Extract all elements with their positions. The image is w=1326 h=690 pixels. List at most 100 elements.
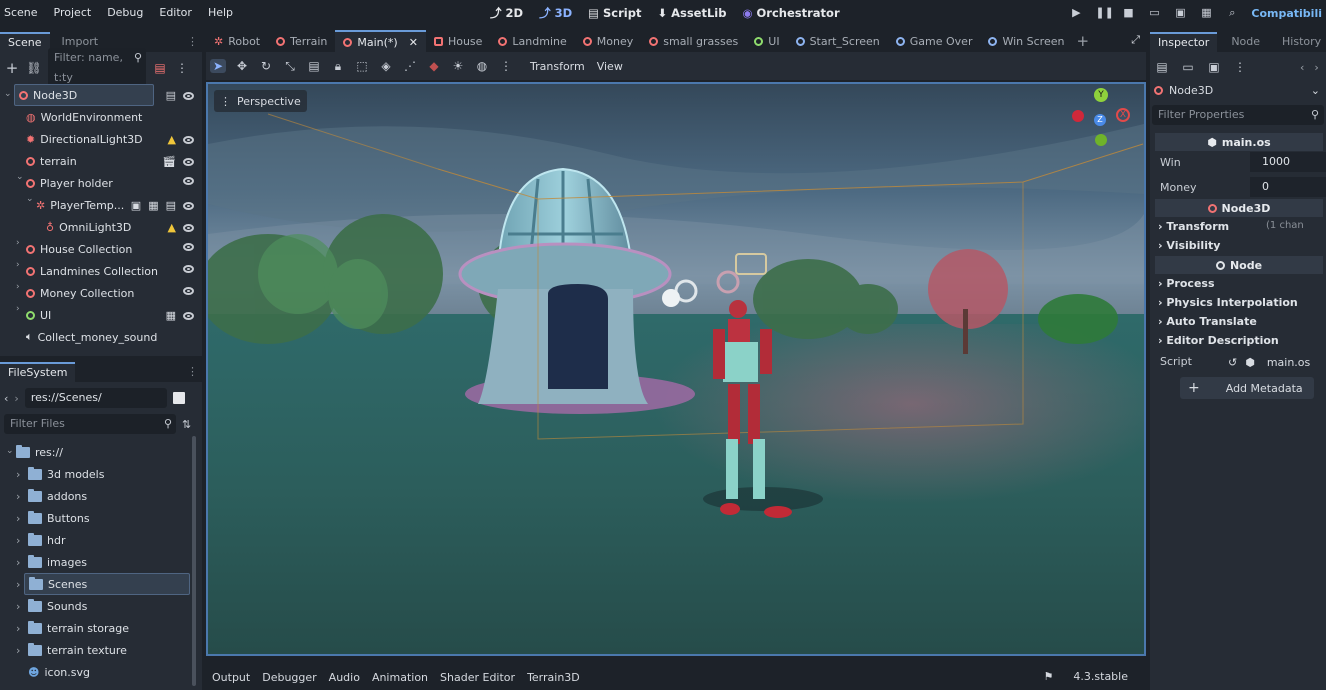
- script-icon[interactable]: ▤: [166, 199, 176, 212]
- chevron-right-icon[interactable]: ›: [16, 512, 20, 525]
- script-attach-icon[interactable]: ▤: [152, 61, 168, 75]
- 3d-viewport[interactable]: ⋮ Perspective Y Z X: [206, 82, 1146, 656]
- chevron-right-icon[interactable]: ›: [16, 260, 20, 270]
- transform-menu[interactable]: Transform: [530, 60, 585, 73]
- file-item[interactable]: ☻ icon.svg: [28, 661, 90, 683]
- scale-tool-icon[interactable]: ⤡: [282, 59, 298, 74]
- category-auto-translate[interactable]: › Auto Translate: [1158, 315, 1257, 328]
- snap-icon[interactable]: ⋰: [402, 59, 418, 73]
- scene-filter-input[interactable]: Filter: name, t:ty ⚲: [48, 48, 146, 88]
- tab-output[interactable]: Output: [206, 671, 256, 684]
- scene-tab-win-screen[interactable]: Win Screen: [980, 30, 1072, 52]
- tree-node-money-collection[interactable]: Money Collection: [26, 282, 134, 304]
- script-value-field[interactable]: ↺ ⬢ main.os: [1228, 352, 1324, 372]
- tab-shader-editor[interactable]: Shader Editor: [434, 671, 521, 684]
- folder-item[interactable]: 3d models: [28, 463, 104, 485]
- chevron-right-icon[interactable]: ›: [16, 534, 20, 547]
- visibility-eye-icon[interactable]: [183, 201, 194, 210]
- chevron-right-icon[interactable]: ›: [16, 600, 20, 613]
- orientation-gizmo[interactable]: Y Z X: [1072, 88, 1138, 148]
- movie-maker-icon[interactable]: ⌕: [1225, 6, 1239, 20]
- folder-item[interactable]: Buttons: [28, 507, 90, 529]
- add-metadata-button[interactable]: + Add Metadata: [1180, 377, 1314, 399]
- filter-properties-input[interactable]: Filter Properties ⚲: [1152, 105, 1324, 125]
- open-folder-icon[interactable]: ▭: [1180, 60, 1196, 74]
- gizmo-neg-x[interactable]: [1072, 110, 1084, 122]
- history-back-icon[interactable]: ‹: [1300, 61, 1304, 74]
- select-tool-icon[interactable]: ➤: [210, 59, 226, 73]
- save-icon[interactable]: ▣: [1206, 60, 1222, 74]
- category-transform[interactable]: › Transform: [1158, 220, 1229, 233]
- gizmo-x-axis[interactable]: X: [1116, 108, 1130, 122]
- dock-menu-icon[interactable]: ⋮: [187, 365, 198, 378]
- tree-node-landmines-collection[interactable]: Landmines Collection: [26, 260, 158, 282]
- tab-node[interactable]: Node: [1217, 32, 1268, 52]
- history-forward-icon[interactable]: ›: [1314, 61, 1318, 74]
- folder-item-selected[interactable]: Scenes: [24, 573, 190, 595]
- gizmo-z-axis[interactable]: Z: [1094, 114, 1106, 126]
- chevron-down-icon[interactable]: ⌄: [6, 446, 14, 456]
- tab-debugger[interactable]: Debugger: [256, 671, 322, 684]
- menu-debug[interactable]: Debug: [99, 1, 151, 25]
- script-section-header[interactable]: ⬢ main.os: [1155, 133, 1323, 151]
- tab-filesystem[interactable]: FileSystem: [0, 362, 76, 382]
- instance-icon[interactable]: ▣: [131, 199, 141, 212]
- folder-item[interactable]: images: [28, 551, 87, 573]
- clapper-icon[interactable]: ▦: [166, 309, 176, 322]
- tree-node-playertemp[interactable]: ✲ PlayerTemp...: [36, 194, 124, 216]
- chevron-right-icon[interactable]: ›: [16, 468, 20, 481]
- warning-icon[interactable]: ▲: [168, 221, 176, 234]
- tree-node-terrain[interactable]: terrain: [26, 150, 77, 172]
- gizmo-neg-y[interactable]: [1095, 134, 1107, 146]
- category-editor-description[interactable]: › Editor Description: [1158, 334, 1279, 347]
- visibility-eye-icon[interactable]: [183, 223, 194, 232]
- view-menu[interactable]: View: [597, 60, 623, 73]
- camera-override-icon[interactable]: ◆: [426, 59, 442, 73]
- workspace-3d[interactable]: ⤴ 3D: [539, 0, 572, 26]
- scene-tab-terrain[interactable]: Terrain: [268, 30, 335, 52]
- sun-preview-icon[interactable]: ☀: [450, 59, 466, 73]
- chevron-right-icon[interactable]: ›: [16, 644, 20, 657]
- clapper-icon[interactable]: 🎬︎: [162, 155, 176, 168]
- workspace-2d[interactable]: ⤴ 2D: [490, 0, 523, 26]
- category-process[interactable]: › Process: [1158, 277, 1215, 290]
- scene-tab-money[interactable]: Money: [575, 30, 641, 52]
- scene-tab-start-screen[interactable]: Start_Screen: [788, 30, 888, 52]
- folder-item[interactable]: Sounds: [28, 595, 87, 617]
- chevron-right-icon[interactable]: ›: [16, 238, 20, 248]
- clapper-icon[interactable]: ▦: [148, 199, 158, 212]
- workspace-orchestrator[interactable]: ◉ Orchestrator: [742, 0, 839, 26]
- tree-node-ui[interactable]: UI: [26, 304, 51, 326]
- link-icon[interactable]: ⛓: [26, 61, 42, 75]
- tree-node-omnilight3d[interactable]: ♁ OmniLight3D: [46, 216, 131, 238]
- tab-animation[interactable]: Animation: [366, 671, 434, 684]
- renderer-selector[interactable]: Compatibili: [1251, 7, 1322, 20]
- sort-icon[interactable]: ⇅: [182, 418, 191, 431]
- filesystem-scrollbar[interactable]: [192, 436, 196, 686]
- add-node-icon[interactable]: +: [4, 59, 20, 77]
- tab-terrain3d[interactable]: Terrain3D: [521, 671, 586, 684]
- prop-value-money[interactable]: 0: [1250, 177, 1326, 197]
- category-physics-interpolation[interactable]: › Physics Interpolation: [1158, 296, 1298, 309]
- list-tool-icon[interactable]: ▤: [306, 59, 322, 73]
- group-icon[interactable]: ⬚: [354, 59, 370, 73]
- tree-node-node3d[interactable]: Node3D: [14, 84, 154, 106]
- remote-debug-icon[interactable]: ▭: [1147, 6, 1161, 20]
- more-icon[interactable]: ⋮: [498, 59, 514, 73]
- tree-node-house-collection[interactable]: House Collection: [26, 238, 132, 260]
- inspector-node-selector[interactable]: Node3D ⌄: [1154, 81, 1324, 99]
- visibility-eye-icon[interactable]: [183, 265, 194, 273]
- prop-value-win[interactable]: 1000: [1250, 152, 1326, 172]
- scene-tab-game-over[interactable]: Game Over: [888, 30, 981, 52]
- visibility-eye-icon[interactable]: [183, 135, 194, 144]
- close-icon[interactable]: ✕: [409, 36, 418, 49]
- chevron-right-icon[interactable]: ›: [16, 304, 20, 314]
- new-resource-icon[interactable]: ▤: [1154, 60, 1170, 74]
- scene-tab-small-grasses[interactable]: small grasses: [641, 30, 746, 52]
- folder-item[interactable]: addons: [28, 485, 87, 507]
- visibility-eye-icon[interactable]: [183, 177, 194, 185]
- chevron-right-icon[interactable]: ›: [16, 556, 20, 569]
- play-icon[interactable]: ▶: [1069, 6, 1083, 20]
- node-section-header[interactable]: Node: [1155, 256, 1323, 274]
- split-mode-icon[interactable]: [172, 392, 185, 404]
